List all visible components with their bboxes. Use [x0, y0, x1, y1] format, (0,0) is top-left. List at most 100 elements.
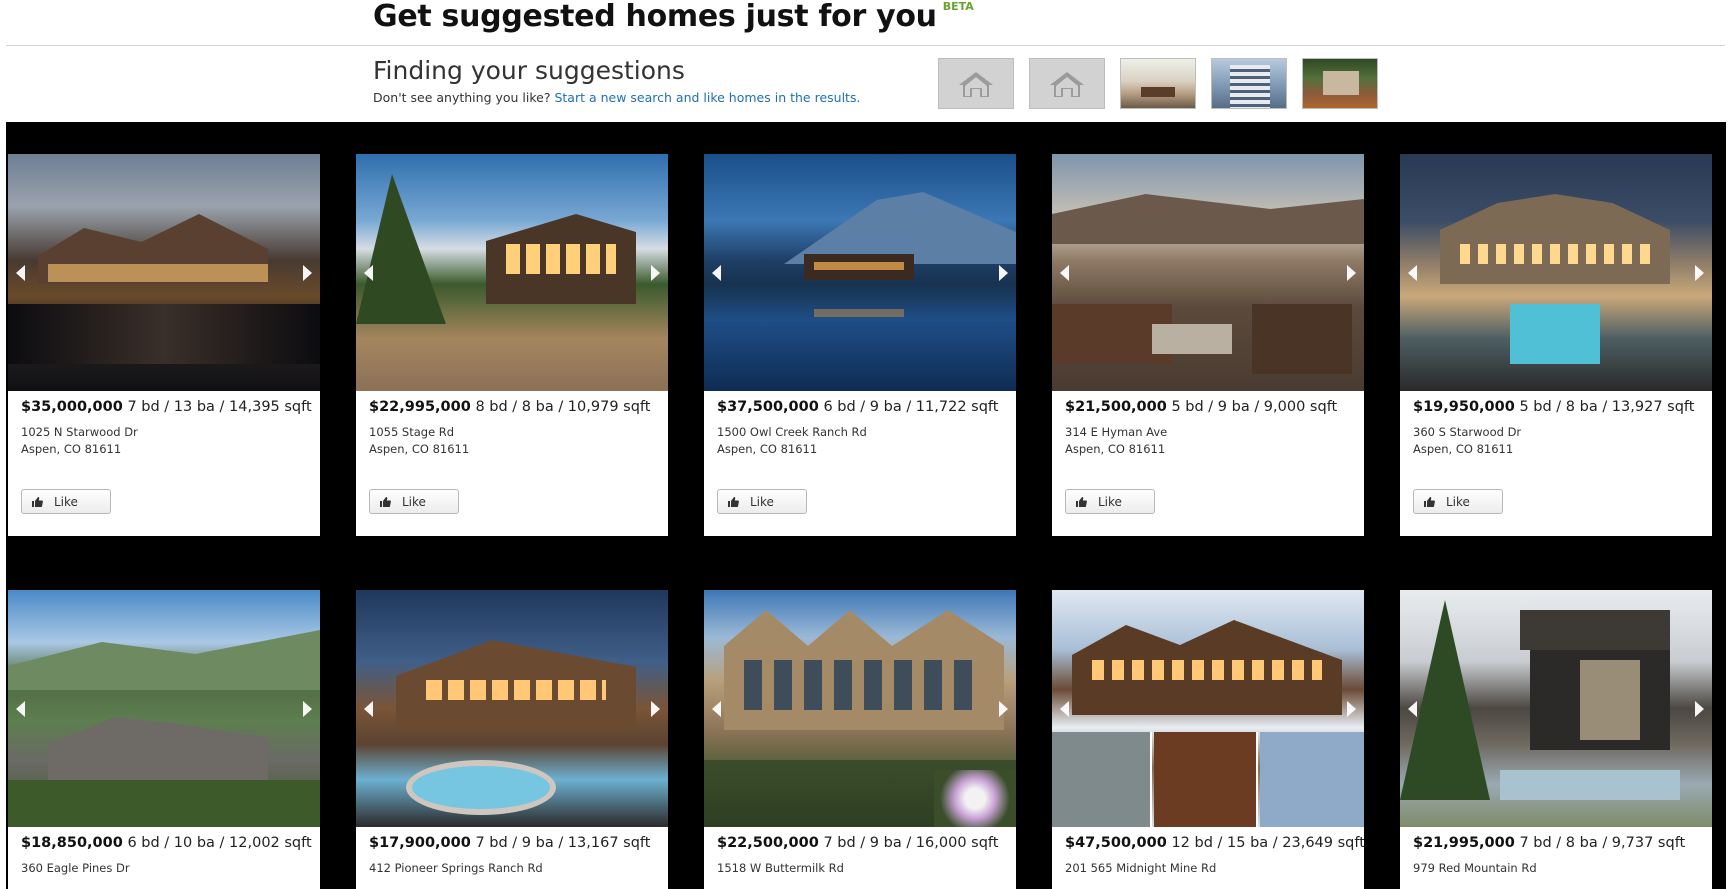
- liked-home-thumbnail[interactable]: [1211, 58, 1287, 109]
- listing-info: $21,500,000 5 bd / 9 ba / 9,000 sqft 314…: [1052, 391, 1364, 514]
- next-photo-arrow[interactable]: [999, 264, 1008, 281]
- listing-address: 412 Pioneer Springs Ranch Rd: [369, 860, 655, 877]
- listing-summary: $19,950,000 5 bd / 8 ba / 13,927 sqft: [1413, 399, 1699, 415]
- previous-photo-arrow[interactable]: [16, 700, 25, 717]
- thumbs-up-icon: [726, 496, 740, 508]
- next-photo-arrow[interactable]: [303, 264, 312, 281]
- next-photo-arrow[interactable]: [1695, 700, 1704, 717]
- listing-address: 1055 Stage Rd Aspen, CO 81611: [369, 424, 655, 458]
- listing-photo[interactable]: [704, 154, 1016, 391]
- listing-photo[interactable]: [8, 590, 320, 827]
- next-photo-arrow[interactable]: [651, 264, 660, 281]
- listing-photo[interactable]: [1400, 590, 1712, 827]
- liked-home-thumbnail[interactable]: [1120, 58, 1196, 109]
- listing-card[interactable]: $22,995,000 8 bd / 8 ba / 10,979 sqft 10…: [356, 154, 668, 536]
- listing-info: $22,995,000 8 bd / 8 ba / 10,979 sqft 10…: [356, 391, 668, 514]
- listing-city: Aspen, CO 81611: [369, 442, 470, 456]
- listing-summary: $22,995,000 8 bd / 8 ba / 10,979 sqft: [369, 399, 655, 415]
- listing-price: $17,900,000: [369, 835, 471, 851]
- listing-price: $18,850,000: [21, 835, 123, 851]
- new-search-link[interactable]: Start a new search and like homes in the…: [554, 90, 860, 105]
- listing-details: 6 bd / 9 ba / 11,722 sqft: [823, 399, 999, 415]
- previous-photo-arrow[interactable]: [1408, 264, 1417, 281]
- house-icon: [959, 71, 993, 97]
- liked-home-placeholder: [1029, 58, 1105, 109]
- listing-info: $22,500,000 7 bd / 9 ba / 16,000 sqft 15…: [704, 827, 1016, 877]
- like-button[interactable]: Like: [369, 489, 459, 514]
- next-photo-arrow[interactable]: [303, 700, 312, 717]
- previous-photo-arrow[interactable]: [364, 700, 373, 717]
- listing-photo[interactable]: [1400, 154, 1712, 391]
- liked-homes-strip: [938, 58, 1378, 109]
- listing-street: 1025 N Starwood Dr: [21, 425, 138, 439]
- listing-card[interactable]: $18,850,000 6 bd / 10 ba / 12,002 sqft 3…: [8, 590, 320, 889]
- next-photo-arrow[interactable]: [999, 700, 1008, 717]
- listing-summary: $22,500,000 7 bd / 9 ba / 16,000 sqft: [717, 835, 1003, 851]
- suggestions-subtitle: Finding your suggestions: [373, 56, 685, 85]
- page-title: Get suggested homes just for you: [373, 0, 937, 34]
- previous-photo-arrow[interactable]: [364, 264, 373, 281]
- previous-photo-arrow[interactable]: [712, 700, 721, 717]
- listing-price: $35,000,000: [21, 399, 123, 415]
- listing-address: 979 Red Mountain Rd: [1413, 860, 1699, 877]
- listing-info: $37,500,000 6 bd / 9 ba / 11,722 sqft 15…: [704, 391, 1016, 514]
- previous-photo-arrow[interactable]: [1060, 700, 1069, 717]
- next-photo-arrow[interactable]: [1347, 700, 1356, 717]
- listing-price: $37,500,000: [717, 399, 819, 415]
- listing-street: 360 S Starwood Dr: [1413, 425, 1522, 439]
- listing-summary: $18,850,000 6 bd / 10 ba / 12,002 sqft: [21, 835, 312, 851]
- like-label: Like: [1098, 494, 1122, 509]
- like-button[interactable]: Like: [1065, 489, 1155, 514]
- listing-card[interactable]: $47,500,000 12 bd / 15 ba / 23,649 sqft …: [1052, 590, 1364, 889]
- listing-street: 360 Eagle Pines Dr: [21, 861, 130, 875]
- previous-photo-arrow[interactable]: [1060, 264, 1069, 281]
- previous-photo-arrow[interactable]: [1408, 700, 1417, 717]
- listing-address: 201 565 Midnight Mine Rd: [1065, 860, 1351, 877]
- listing-info: $17,900,000 7 bd / 9 ba / 13,167 sqft 41…: [356, 827, 668, 877]
- listing-card[interactable]: $21,500,000 5 bd / 9 ba / 9,000 sqft 314…: [1052, 154, 1364, 536]
- listing-info: $19,950,000 5 bd / 8 ba / 13,927 sqft 36…: [1400, 391, 1712, 514]
- next-photo-arrow[interactable]: [1695, 264, 1704, 281]
- listing-city: Aspen, CO 81611: [717, 442, 818, 456]
- listing-street: 1055 Stage Rd: [369, 425, 455, 439]
- listing-city: Aspen, CO 81611: [1065, 442, 1166, 456]
- listing-card[interactable]: $21,995,000 7 bd / 8 ba / 9,737 sqft 979…: [1400, 590, 1712, 889]
- listing-info: $35,000,000 7 bd / 13 ba / 14,395 sqft 1…: [8, 391, 320, 514]
- listing-summary: $47,500,000 12 bd / 15 ba / 23,649 sqft: [1065, 835, 1364, 851]
- listing-photo[interactable]: [1052, 590, 1364, 827]
- listing-card[interactable]: $35,000,000 7 bd / 13 ba / 14,395 sqft 1…: [8, 154, 320, 536]
- listing-summary: $21,995,000 7 bd / 8 ba / 9,737 sqft: [1413, 835, 1699, 851]
- listing-photo[interactable]: [704, 590, 1016, 827]
- listing-price: $22,500,000: [717, 835, 819, 851]
- listing-details: 7 bd / 13 ba / 14,395 sqft: [127, 399, 312, 415]
- listing-card[interactable]: $22,500,000 7 bd / 9 ba / 16,000 sqft 15…: [704, 590, 1016, 889]
- previous-photo-arrow[interactable]: [16, 264, 25, 281]
- liked-home-thumbnail[interactable]: [1302, 58, 1378, 109]
- suggestions-prompt: Don't see anything you like? Start a new…: [373, 90, 860, 105]
- like-button[interactable]: Like: [21, 489, 111, 514]
- listing-details: 7 bd / 9 ba / 16,000 sqft: [823, 835, 999, 851]
- listing-details: 6 bd / 10 ba / 12,002 sqft: [127, 835, 312, 851]
- listing-card[interactable]: $17,900,000 7 bd / 9 ba / 13,167 sqft 41…: [356, 590, 668, 889]
- thumbs-up-icon: [1074, 496, 1088, 508]
- like-button[interactable]: Like: [717, 489, 807, 514]
- listing-card[interactable]: $19,950,000 5 bd / 8 ba / 13,927 sqft 36…: [1400, 154, 1712, 536]
- listing-address: 314 E Hyman Ave Aspen, CO 81611: [1065, 424, 1351, 458]
- listing-photo[interactable]: [356, 154, 668, 391]
- listing-street: 1500 Owl Creek Ranch Rd: [717, 425, 867, 439]
- page: Get suggested homes just for you BETA Fi…: [0, 0, 1731, 889]
- listing-summary: $17,900,000 7 bd / 9 ba / 13,167 sqft: [369, 835, 655, 851]
- next-photo-arrow[interactable]: [1347, 264, 1356, 281]
- listing-price: $22,995,000: [369, 399, 471, 415]
- header-divider: [6, 45, 1725, 46]
- thumbs-up-icon: [1422, 496, 1436, 508]
- previous-photo-arrow[interactable]: [712, 264, 721, 281]
- listing-street: 979 Red Mountain Rd: [1413, 861, 1537, 875]
- listing-photo[interactable]: [1052, 154, 1364, 391]
- listing-card[interactable]: $37,500,000 6 bd / 9 ba / 11,722 sqft 15…: [704, 154, 1016, 536]
- listing-photo[interactable]: [8, 154, 320, 391]
- next-photo-arrow[interactable]: [651, 700, 660, 717]
- like-button[interactable]: Like: [1413, 489, 1503, 514]
- listing-photo[interactable]: [356, 590, 668, 827]
- listing-street: 1518 W Buttermilk Rd: [717, 861, 844, 875]
